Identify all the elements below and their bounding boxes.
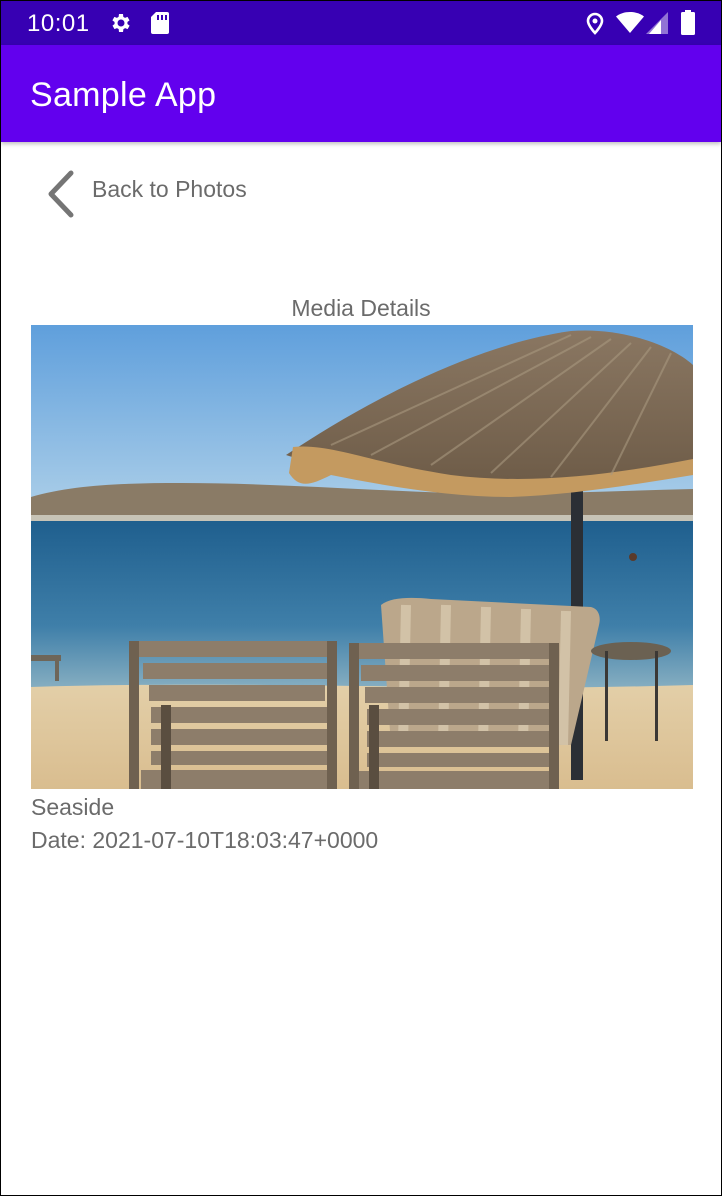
sd-card-icon [151, 12, 169, 34]
media-details-title: Media Details [291, 295, 431, 321]
app-bar: Sample App [1, 45, 721, 142]
beach-photo [31, 325, 693, 789]
media-caption: Seaside [31, 794, 115, 820]
signal-icon [646, 12, 668, 34]
app-title: Sample App [30, 76, 217, 114]
location-icon [586, 12, 604, 35]
wifi-icon [616, 12, 644, 33]
media-photo [31, 325, 693, 789]
status-time: 10:01 [27, 10, 90, 37]
settings-icon [112, 14, 130, 32]
battery-icon [681, 10, 695, 35]
chevron-left-icon [48, 170, 74, 218]
back-to-photos-button[interactable]: Back to Photos [31, 163, 331, 223]
screen: 10:01 Sample App Back to Photos Media De… [0, 0, 722, 1196]
back-label: Back to Photos [92, 176, 247, 202]
status-bar: 10:01 [1, 1, 721, 45]
media-date: Date: 2021-07-10T18:03:47+0000 [31, 827, 379, 853]
